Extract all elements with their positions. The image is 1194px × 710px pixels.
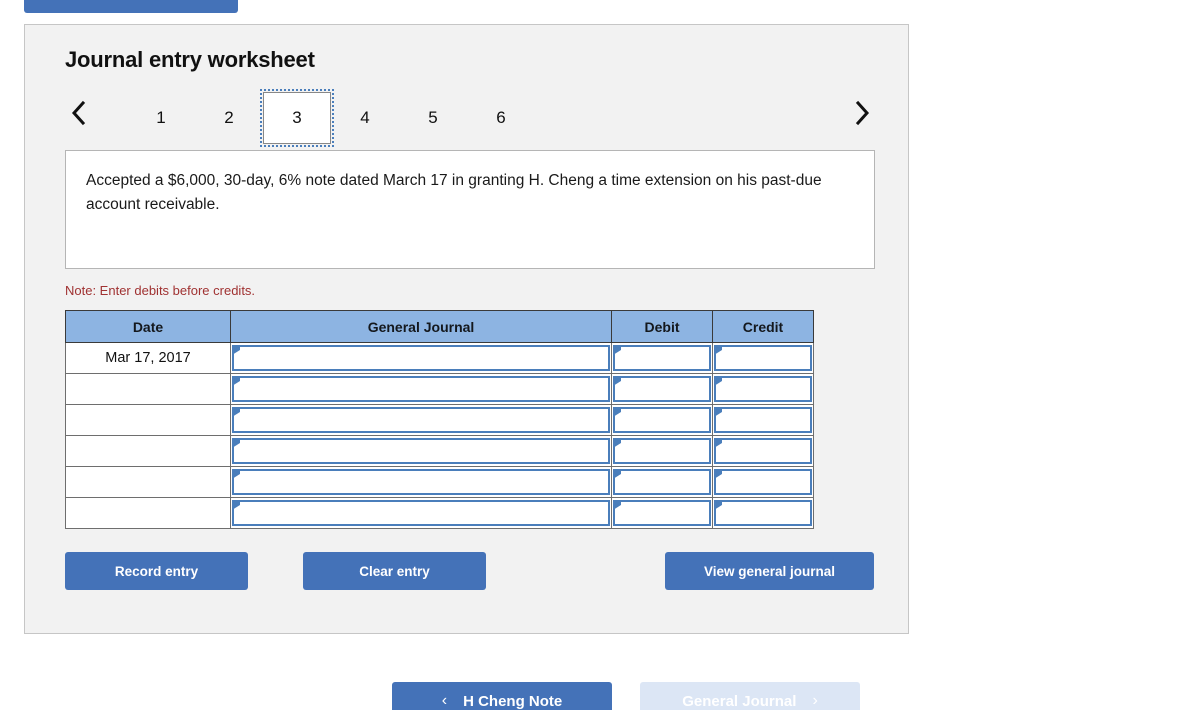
chevron-left-icon[interactable] [65, 98, 91, 128]
tab-2[interactable]: 2 [195, 92, 263, 144]
record-entry-button[interactable]: Record entry [65, 552, 248, 590]
clear-entry-button[interactable]: Clear entry [303, 552, 486, 590]
general-journal-input[interactable] [230, 435, 612, 467]
debit-input[interactable] [611, 435, 713, 467]
table-row [65, 466, 814, 498]
debit-input[interactable] [611, 373, 713, 405]
tab-5[interactable]: 5 [399, 92, 467, 144]
chevron-left-icon: ‹ [441, 692, 448, 709]
journal-entry-worksheet-panel: Journal entry worksheet 1 2 3 4 5 6 Acce… [24, 24, 909, 634]
next-page-button[interactable]: General Journal › [640, 682, 860, 710]
general-journal-input[interactable] [230, 373, 612, 405]
general-journal-input[interactable] [230, 466, 612, 498]
worksheet-tab-strip: 1 2 3 4 5 6 [65, 89, 875, 148]
general-journal-input[interactable] [230, 342, 612, 374]
tab-6[interactable]: 6 [467, 92, 535, 144]
debit-amount-field[interactable] [613, 438, 711, 464]
debit-input[interactable] [611, 404, 713, 436]
next-page-label: General Journal [682, 692, 797, 710]
prev-page-label: H Cheng Note [463, 692, 563, 710]
credit-amount-field[interactable] [714, 438, 812, 464]
credit-amount-field[interactable] [714, 469, 812, 495]
page-title: Journal entry worksheet [65, 47, 315, 72]
credit-input[interactable] [712, 497, 814, 529]
credit-amount-field[interactable] [714, 407, 812, 433]
table-row [65, 404, 814, 436]
chevron-right-icon: › [812, 692, 818, 709]
debit-amount-field[interactable] [613, 407, 711, 433]
column-header-credit: Credit [712, 310, 814, 343]
date-cell[interactable] [65, 466, 231, 498]
debit-input[interactable] [611, 342, 713, 374]
credit-input[interactable] [712, 373, 814, 405]
page-root: Journal entry worksheet 1 2 3 4 5 6 Acce… [0, 0, 1194, 710]
view-general-journal-button[interactable]: View general journal [665, 552, 874, 590]
tab-1[interactable]: 1 [127, 92, 195, 144]
worksheet-action-bar: Record entry Clear entry View general jo… [65, 552, 875, 592]
account-select-field[interactable] [232, 438, 610, 464]
table-row [65, 373, 814, 405]
credit-input[interactable] [712, 466, 814, 498]
top-partial-button[interactable] [24, 0, 238, 13]
transaction-description: Accepted a $6,000, 30-day, 6% note dated… [65, 150, 875, 269]
account-select-field[interactable] [232, 376, 610, 402]
table-header-row: Date General Journal Debit Credit [65, 310, 814, 343]
debit-input[interactable] [611, 497, 713, 529]
debit-amount-field[interactable] [613, 500, 711, 526]
credit-amount-field[interactable] [714, 376, 812, 402]
date-cell[interactable] [65, 404, 231, 436]
table-row: Mar 17, 2017 [65, 342, 814, 374]
debit-amount-field[interactable] [613, 376, 711, 402]
debit-amount-field[interactable] [613, 345, 711, 371]
account-select-field[interactable] [232, 345, 610, 371]
tab-3[interactable]: 3 [260, 89, 334, 147]
column-header-debit: Debit [611, 310, 713, 343]
account-select-field[interactable] [232, 407, 610, 433]
debits-before-credits-note: Note: Enter debits before credits. [65, 283, 256, 298]
account-select-field[interactable] [232, 500, 610, 526]
account-select-field[interactable] [232, 469, 610, 495]
credit-amount-field[interactable] [714, 345, 812, 371]
tab-4[interactable]: 4 [331, 92, 399, 144]
journal-entry-table: Date General Journal Debit Credit Mar 17… [65, 310, 814, 529]
tab-list: 1 2 3 4 5 6 [127, 89, 535, 147]
date-cell[interactable] [65, 497, 231, 529]
date-cell[interactable] [65, 435, 231, 467]
debit-input[interactable] [611, 466, 713, 498]
prev-page-button[interactable]: ‹ H Cheng Note [392, 682, 612, 710]
general-journal-input[interactable] [230, 497, 612, 529]
date-cell[interactable] [65, 373, 231, 405]
worksheet-content: Journal entry worksheet 1 2 3 4 5 6 Acce… [65, 46, 875, 592]
credit-input[interactable] [712, 342, 814, 374]
table-row [65, 497, 814, 529]
debit-amount-field[interactable] [613, 469, 711, 495]
column-header-date: Date [65, 310, 231, 343]
credit-input[interactable] [712, 435, 814, 467]
date-cell[interactable]: Mar 17, 2017 [65, 342, 231, 374]
table-row [65, 435, 814, 467]
column-header-general-journal: General Journal [230, 310, 612, 343]
general-journal-input[interactable] [230, 404, 612, 436]
chevron-right-icon[interactable] [849, 98, 875, 128]
credit-input[interactable] [712, 404, 814, 436]
credit-amount-field[interactable] [714, 500, 812, 526]
bottom-pager: ‹ H Cheng Note General Journal › [392, 682, 860, 710]
